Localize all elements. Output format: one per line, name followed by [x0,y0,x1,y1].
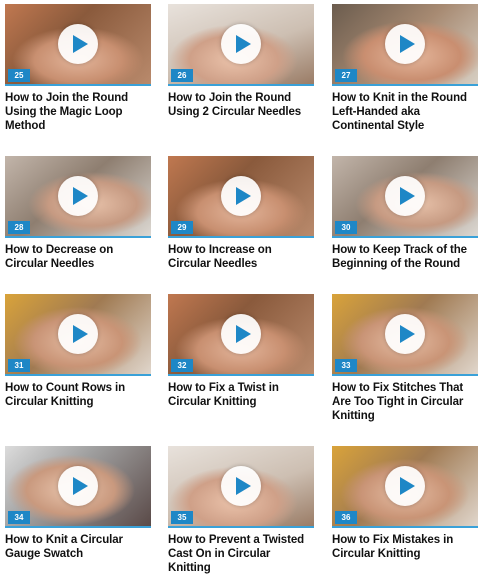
video-thumbnail[interactable]: 33 [332,294,478,376]
video-number-badge: 31 [8,359,30,372]
video-card[interactable]: 28 How to Decrease on Circular Needles [5,156,151,271]
video-title[interactable]: How to Fix Mistakes in Circular Knitting [332,533,478,561]
video-thumbnail[interactable]: 26 [168,4,314,86]
play-icon[interactable] [221,466,261,506]
play-icon[interactable] [58,314,98,354]
video-title[interactable]: How to Prevent a Twisted Cast On in Circ… [168,533,314,575]
video-number-badge: 34 [8,511,30,524]
play-icon[interactable] [385,314,425,354]
video-number-badge: 29 [171,221,193,234]
video-thumbnail[interactable]: 36 [332,446,478,528]
play-icon[interactable] [58,176,98,216]
video-thumbnail[interactable]: 35 [168,446,314,528]
video-thumbnail[interactable]: 28 [5,156,151,238]
play-icon[interactable] [58,24,98,64]
video-number-badge: 25 [8,69,30,82]
play-icon[interactable] [58,466,98,506]
video-thumbnail[interactable]: 32 [168,294,314,376]
video-card[interactable]: 27 How to Knit in the Round Left-Handed … [332,4,478,133]
play-icon[interactable] [221,176,261,216]
video-card[interactable]: 31 How to Count Rows in Circular Knittin… [5,294,151,409]
video-thumbnail[interactable]: 25 [5,4,151,86]
video-grid: 25 How to Join the Round Using the Magic… [0,0,480,577]
video-title[interactable]: How to Decrease on Circular Needles [5,243,151,271]
video-card[interactable]: 35 How to Prevent a Twisted Cast On in C… [168,446,314,575]
video-title[interactable]: How to Join the Round Using 2 Circular N… [168,91,314,119]
video-title[interactable]: How to Knit in the Round Left-Handed aka… [332,91,478,133]
video-card[interactable]: 34 How to Knit a Circular Gauge Swatch [5,446,151,561]
video-number-badge: 30 [335,221,357,234]
video-card[interactable]: 32 How to Fix a Twist in Circular Knitti… [168,294,314,409]
video-card[interactable]: 33 How to Fix Stitches That Are Too Tigh… [332,294,478,423]
play-icon[interactable] [385,176,425,216]
video-number-badge: 33 [335,359,357,372]
video-title[interactable]: How to Join the Round Using the Magic Lo… [5,91,151,133]
play-icon[interactable] [385,24,425,64]
play-icon[interactable] [221,24,261,64]
video-number-badge: 35 [171,511,193,524]
video-title[interactable]: How to Fix a Twist in Circular Knitting [168,381,314,409]
play-icon[interactable] [385,466,425,506]
video-card[interactable]: 30 How to Keep Track of the Beginning of… [332,156,478,271]
play-icon[interactable] [221,314,261,354]
video-number-badge: 28 [8,221,30,234]
video-number-badge: 32 [171,359,193,372]
video-thumbnail[interactable]: 30 [332,156,478,238]
video-title[interactable]: How to Increase on Circular Needles [168,243,314,271]
video-thumbnail[interactable]: 27 [332,4,478,86]
video-card[interactable]: 36 How to Fix Mistakes in Circular Knitt… [332,446,478,561]
video-number-badge: 36 [335,511,357,524]
video-number-badge: 27 [335,69,357,82]
video-title[interactable]: How to Fix Stitches That Are Too Tight i… [332,381,478,423]
video-card[interactable]: 29 How to Increase on Circular Needles [168,156,314,271]
video-thumbnail[interactable]: 29 [168,156,314,238]
video-title[interactable]: How to Keep Track of the Beginning of th… [332,243,478,271]
video-card[interactable]: 25 How to Join the Round Using the Magic… [5,4,151,133]
video-number-badge: 26 [171,69,193,82]
video-title[interactable]: How to Count Rows in Circular Knitting [5,381,151,409]
video-thumbnail[interactable]: 34 [5,446,151,528]
video-title[interactable]: How to Knit a Circular Gauge Swatch [5,533,151,561]
video-card[interactable]: 26 How to Join the Round Using 2 Circula… [168,4,314,119]
video-thumbnail[interactable]: 31 [5,294,151,376]
